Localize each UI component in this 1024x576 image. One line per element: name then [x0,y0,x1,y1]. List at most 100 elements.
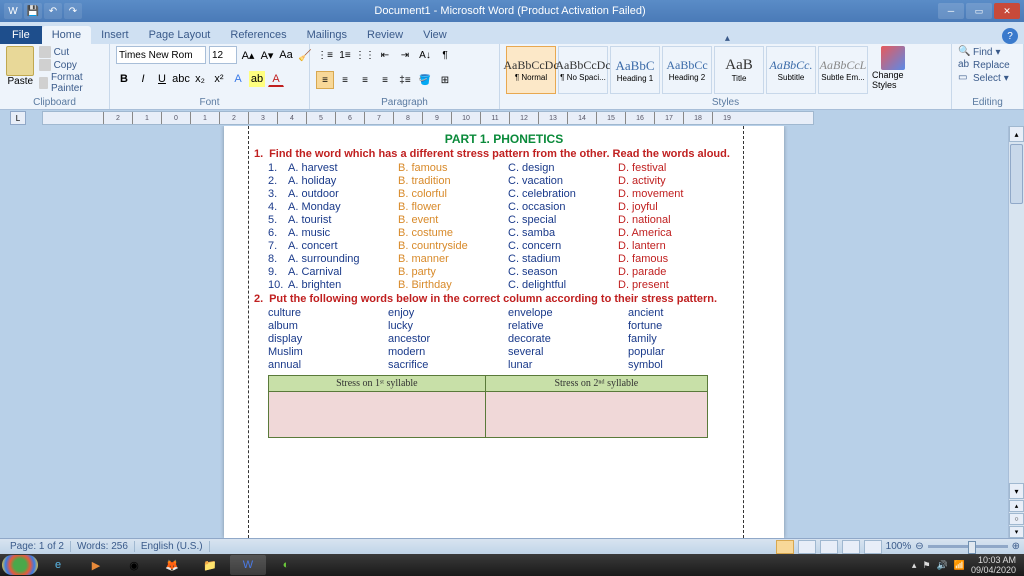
outline-view[interactable] [842,540,860,554]
taskbar-ie[interactable]: e [40,555,76,575]
next-page-icon[interactable]: ▾ [1009,526,1024,538]
change-styles-button[interactable]: Change Styles [872,46,914,90]
language-status[interactable]: English (U.S.) [135,541,210,552]
align-left-icon[interactable]: ≡ [316,71,334,89]
minimize-button[interactable]: ─ [938,3,964,19]
print-layout-view[interactable] [776,540,794,554]
taskbar-app[interactable]: ◐ [268,555,304,575]
fullscreen-view[interactable] [798,540,816,554]
style-heading2[interactable]: AaBbCcHeading 2 [662,46,712,94]
tray-show-hidden-icon[interactable]: ▴ [912,560,917,571]
tab-references[interactable]: References [220,26,296,44]
numbering-icon[interactable]: 1≡ [336,46,354,64]
file-tab[interactable]: File [0,26,42,44]
highlight-icon[interactable]: ab [249,71,265,87]
font-color-icon[interactable]: A [268,71,284,87]
help-icon[interactable]: ? [1002,28,1018,44]
underline-button[interactable]: U [154,71,170,87]
question-row: 7.A. concertB. countrysideC. concernD. l… [268,240,754,252]
font-size-select[interactable] [209,46,237,64]
align-right-icon[interactable]: ≡ [356,71,374,89]
change-case-icon[interactable]: Aa [278,47,294,63]
zoom-in-icon[interactable]: ⊕ [1012,541,1020,552]
multilevel-icon[interactable]: ⋮⋮ [356,46,374,64]
group-editing: 🔍Find ▾ abReplace ▭Select ▾ Editing [952,44,1024,109]
style-normal[interactable]: AaBbCcDc¶ Normal [506,46,556,94]
paste-button[interactable]: Paste [6,46,35,87]
zoom-slider[interactable] [928,545,1008,548]
subscript-button[interactable]: x₂ [192,71,208,87]
find-button[interactable]: 🔍Find ▾ [958,46,1010,58]
browse-object-icon[interactable]: ○ [1009,513,1024,525]
tray-clock[interactable]: 10:03 AM 09/04/2020 [971,555,1016,575]
shrink-font-icon[interactable]: A▾ [259,47,275,63]
strike-button[interactable]: abc [173,71,189,87]
text-effects-icon[interactable]: A [230,71,246,87]
tab-review[interactable]: Review [357,26,413,44]
tab-page-layout[interactable]: Page Layout [139,26,221,44]
scroll-thumb[interactable] [1010,144,1023,204]
close-button[interactable]: ✕ [994,3,1020,19]
select-button[interactable]: ▭Select ▾ [958,72,1010,84]
maximize-button[interactable]: ▭ [966,3,992,19]
redo-icon[interactable]: ↷ [64,3,82,19]
taskbar-firefox[interactable]: 🦊 [154,555,190,575]
undo-icon[interactable]: ↶ [44,3,62,19]
decrease-indent-icon[interactable]: ⇤ [376,46,394,64]
tab-home[interactable]: Home [42,26,91,44]
group-clipboard: Paste Cut Copy Format Painter Clipboard [0,44,110,109]
draft-view[interactable] [864,540,882,554]
vertical-scrollbar[interactable]: ▴ ▾ ▴ ○ ▾ [1008,126,1024,538]
shading-icon[interactable]: 🪣 [416,71,434,89]
cut-button[interactable]: Cut [39,46,103,58]
tab-insert[interactable]: Insert [91,26,139,44]
ribbon-minimize-icon[interactable]: ▴ [725,33,730,44]
increase-indent-icon[interactable]: ⇥ [396,46,414,64]
style-no-spacing[interactable]: AaBbCcDc¶ No Spaci... [558,46,608,94]
sort-icon[interactable]: A↓ [416,46,434,64]
style-subtle-em[interactable]: AaBbCcLSubtle Em... [818,46,868,94]
format-painter-button[interactable]: Format Painter [39,72,103,94]
grow-font-icon[interactable]: A▴ [240,47,256,63]
word-row: annualsacrificelunarsymbol [268,359,754,371]
web-layout-view[interactable] [820,540,838,554]
bold-button[interactable]: B [116,71,132,87]
line-spacing-icon[interactable]: ‡≡ [396,71,414,89]
zoom-level[interactable]: 100% [886,541,912,552]
horizontal-ruler[interactable]: 21012345678910111213141516171819 [42,111,814,125]
scroll-up-icon[interactable]: ▴ [1009,126,1024,142]
copy-button[interactable]: Copy [39,59,103,71]
bullets-icon[interactable]: ⋮≡ [316,46,334,64]
tab-mailings[interactable]: Mailings [297,26,357,44]
style-subtitle[interactable]: AaBbCc.Subtitle [766,46,816,94]
part-title: PART 1. PHONETICS [254,132,754,146]
word-count[interactable]: Words: 256 [71,541,135,552]
scroll-down-icon[interactable]: ▾ [1009,483,1024,499]
font-name-select[interactable] [116,46,206,64]
tab-selector[interactable]: L [10,111,26,125]
tray-network-icon[interactable]: 📶 [954,560,965,571]
start-button[interactable] [2,555,38,575]
tray-flag-icon[interactable]: ⚑ [922,560,930,571]
borders-icon[interactable]: ⊞ [436,71,454,89]
justify-icon[interactable]: ≡ [376,71,394,89]
italic-button[interactable]: I [135,71,151,87]
prev-page-icon[interactable]: ▴ [1009,500,1024,512]
save-icon[interactable]: 💾 [24,3,42,19]
replace-button[interactable]: abReplace [958,59,1010,71]
styles-gallery[interactable]: AaBbCcDc¶ Normal AaBbCcDc¶ No Spaci... A… [506,46,868,94]
taskbar-media[interactable]: ▶ [78,555,114,575]
tray-volume-icon[interactable]: 🔊 [937,560,948,571]
document-area[interactable]: PART 1. PHONETICS 1. Find the word which… [0,126,1008,538]
style-heading1[interactable]: AaBbCHeading 1 [610,46,660,94]
taskbar-word[interactable]: W [230,555,266,575]
tab-view[interactable]: View [413,26,457,44]
zoom-out-icon[interactable]: ⊖ [915,541,923,552]
superscript-button[interactable]: x² [211,71,227,87]
page-status[interactable]: Page: 1 of 2 [4,541,71,552]
taskbar-explorer[interactable]: 📁 [192,555,228,575]
taskbar-chrome[interactable]: ◉ [116,555,152,575]
style-title[interactable]: AaBTitle [714,46,764,94]
show-marks-icon[interactable]: ¶ [436,46,454,64]
align-center-icon[interactable]: ≡ [336,71,354,89]
